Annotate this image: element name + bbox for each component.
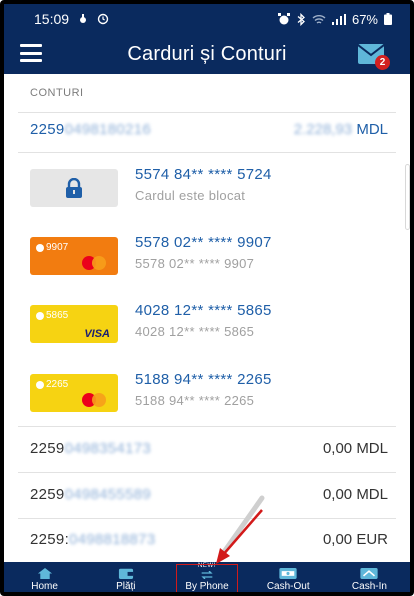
nav-label: Home bbox=[31, 581, 58, 592]
divider bbox=[18, 152, 396, 153]
nav-label: By Phone bbox=[185, 581, 229, 592]
nav-label: Plăți bbox=[116, 581, 136, 592]
mastercard-logo-icon bbox=[82, 393, 110, 407]
card-mini-last-digits: 5865 bbox=[36, 310, 68, 321]
account-number: 22590498354173 bbox=[30, 440, 152, 457]
card-thumbnail-locked bbox=[30, 169, 118, 207]
nav-label: Cash-In bbox=[351, 581, 387, 592]
nav-cash-in[interactable]: Cash-In bbox=[329, 562, 410, 592]
new-badge: NEW! bbox=[197, 563, 217, 569]
card-status: Cardul este blocat bbox=[135, 188, 246, 203]
card-thumbnail-visa: 5865 VISA bbox=[30, 305, 118, 343]
divider bbox=[18, 518, 396, 519]
alarm-icon bbox=[97, 13, 109, 25]
hamburger-menu-icon[interactable] bbox=[20, 44, 42, 62]
battery-icon bbox=[384, 13, 392, 25]
card-mini-last-digits: 2265 bbox=[36, 379, 68, 390]
account-number: 2259:0498818873 bbox=[30, 531, 156, 548]
card-number-secondary: 5188 94** **** 2265 bbox=[135, 393, 255, 408]
home-icon bbox=[37, 568, 52, 579]
card-number-secondary: 5578 02** **** 9907 bbox=[135, 256, 255, 271]
card-row-2[interactable]: 9907 5578 02** **** 9907 5578 02** **** … bbox=[30, 234, 390, 286]
nav-cash-out[interactable]: Cash-Out bbox=[248, 562, 329, 592]
signal-icon bbox=[331, 13, 346, 25]
card-row-4[interactable]: 2265 5188 94** **** 2265 5188 94** **** … bbox=[30, 371, 390, 423]
status-time: 15:09 bbox=[34, 11, 70, 27]
status-bar: 15:09 67% bbox=[4, 4, 410, 34]
usb-debug-icon bbox=[80, 14, 87, 23]
transfer-icon bbox=[201, 571, 213, 579]
section-label-conturi: CONTURI bbox=[30, 87, 84, 99]
divider bbox=[18, 426, 396, 427]
visa-logo: VISA bbox=[84, 328, 110, 340]
cash-out-icon bbox=[279, 568, 297, 579]
account-balance: 0,00 MDL bbox=[322, 486, 388, 503]
card-thumbnail-mastercard: 9907 bbox=[30, 237, 118, 275]
account-number: 22590498180216 bbox=[30, 121, 152, 138]
account-balance: 0,00 MDL bbox=[322, 440, 388, 457]
account-row-3[interactable]: 22590498455589 0,00 MDL bbox=[30, 486, 388, 503]
bluetooth-icon bbox=[297, 12, 305, 26]
account-balance: 2.228,93 MDL bbox=[293, 121, 388, 138]
card-thumbnail-mastercard: 2265 bbox=[30, 374, 118, 412]
nav-plati[interactable]: Plăți bbox=[85, 562, 166, 592]
battery-level: 67% bbox=[351, 11, 378, 27]
card-number: 5188 94** **** 2265 bbox=[135, 371, 272, 388]
card-mini-last-digits: 9907 bbox=[36, 242, 68, 253]
account-balance: 0,00 EUR bbox=[322, 531, 388, 548]
account-row-2[interactable]: 22590498354173 0,00 MDL bbox=[30, 440, 388, 457]
card-number: 4028 12** **** 5865 bbox=[135, 302, 272, 319]
accounts-list: CONTURI 22590498180216 2.228,93 MDL 5574… bbox=[4, 74, 410, 562]
nav-by-phone[interactable]: NEW! By Phone bbox=[166, 562, 247, 592]
nav-label: Cash-Out bbox=[266, 581, 310, 592]
scrollbar[interactable] bbox=[405, 164, 410, 230]
card-number-secondary: 4028 12** **** 5865 bbox=[135, 324, 255, 339]
mastercard-logo-icon bbox=[82, 256, 110, 270]
account-row-4[interactable]: 2259:0498818873 0,00 EUR bbox=[30, 531, 388, 548]
card-number: 5578 02** **** 9907 bbox=[135, 234, 272, 251]
bottom-navigation: Home Plăți NEW! By Phone Cash-Out Cash-I… bbox=[4, 562, 410, 592]
lock-icon bbox=[66, 178, 82, 198]
divider bbox=[18, 112, 396, 113]
account-row-1[interactable]: 22590498180216 2.228,93 MDL bbox=[30, 121, 388, 138]
divider bbox=[18, 472, 396, 473]
card-row-1[interactable]: 5574 84** **** 5724 Cardul este blocat bbox=[30, 166, 390, 218]
card-number: 5574 84** **** 5724 bbox=[135, 166, 272, 183]
mail-icon[interactable]: 2 bbox=[357, 44, 390, 70]
mail-badge: 2 bbox=[375, 55, 390, 70]
card-row-3[interactable]: 5865 VISA 4028 12** **** 5865 4028 12** … bbox=[30, 302, 390, 354]
cash-in-icon bbox=[360, 568, 379, 579]
app-header: Carduri și Conturi 2 bbox=[4, 34, 410, 74]
page-title: Carduri și Conturi bbox=[127, 42, 287, 65]
wifi-icon bbox=[312, 14, 326, 24]
alarm-clock-icon bbox=[277, 13, 290, 25]
nav-home[interactable]: Home bbox=[4, 562, 85, 592]
account-number: 22590498455589 bbox=[30, 486, 152, 503]
wallet-icon bbox=[118, 568, 133, 579]
